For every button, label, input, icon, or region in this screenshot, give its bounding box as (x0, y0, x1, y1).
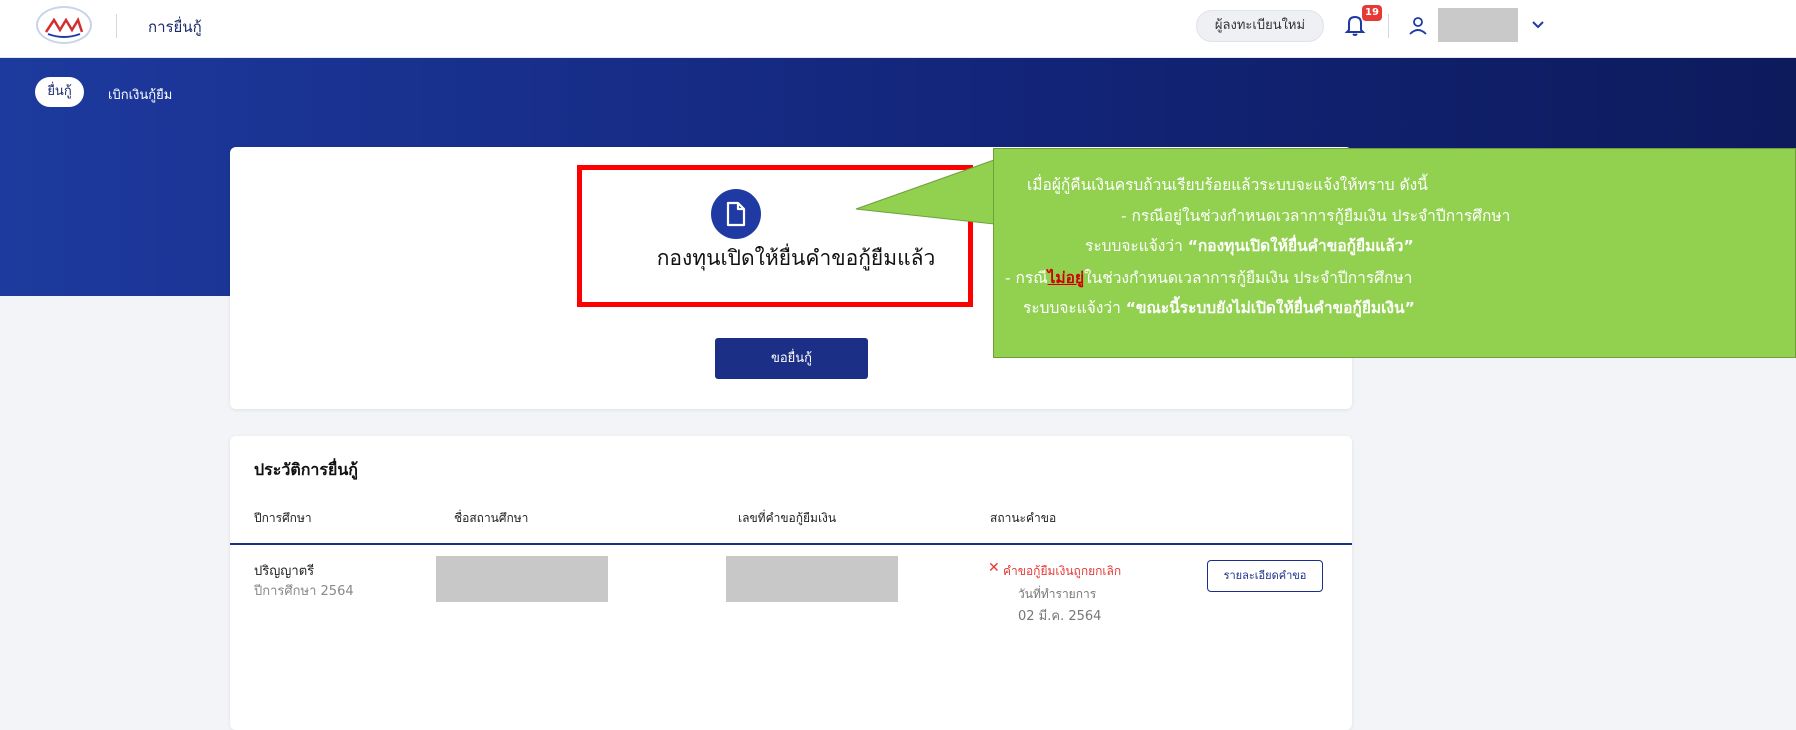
column-header-academic-year: ปีการศึกษา (254, 511, 312, 525)
row-status: คำขอกู้ยืมเงินถูกยกเลิก (1003, 564, 1122, 578)
callout-line-3-prefix: ระบบจะแจ้งว่า (1085, 237, 1188, 255)
tab-disbursement[interactable]: เบิกเงินกู้ยืม (108, 84, 172, 105)
table-header-divider (230, 543, 1352, 545)
callout-line-4: - กรณีไม่อยู่ในช่วงกำหนดเวลาการกู้ยืมเงิ… (1005, 269, 1413, 287)
callout-line-1: เมื่อผู้กู้คืนเงินครบถ้วนเรียบร้อยแล้วระ… (1027, 176, 1428, 194)
header-divider (116, 14, 117, 38)
callout-line-5-prefix: ระบบจะแจ้งว่า (1023, 299, 1126, 317)
row-academic-year: ปีการศึกษา 2564 (254, 584, 354, 599)
cancel-x-icon: ✕ (988, 560, 1000, 576)
callout-line-2: - กรณีอยู่ในช่วงกำหนดเวลาการกู้ยืมเงิน ป… (1121, 207, 1511, 225)
column-header-institution: ชื่อสถานศึกษา (454, 511, 529, 525)
page-title: การยื่นกู้ (148, 18, 202, 36)
callout-line-4-emphasis: ไม่อยู่ (1047, 269, 1085, 287)
callout-pointer (855, 159, 996, 225)
top-header: การยื่นกู้ ผู้ลงทะเบียนใหม่ 19 (0, 0, 1796, 58)
row-status-date-label: วันที่ทำรายการ (1018, 587, 1097, 601)
app-logo[interactable] (36, 6, 92, 44)
callout-line-4-suffix: ในช่วงกำหนดเวลาการกู้ยืมเงิน ประจำปีการศ… (1084, 269, 1413, 287)
chevron-down-icon[interactable] (1530, 16, 1546, 32)
request-detail-button[interactable]: รายละเอียดคำขอ (1207, 560, 1323, 592)
row-institution-redacted (436, 556, 608, 602)
logo-mark-icon (44, 17, 84, 38)
notification-badge: 19 (1362, 5, 1382, 21)
user-name[interactable] (1438, 8, 1518, 42)
callout-line-5: ระบบจะแจ้งว่า “ขณะนี้ระบบยังไม่เปิดให้ยื… (1023, 299, 1415, 317)
user-icon[interactable] (1406, 14, 1430, 38)
history-title: ประวัติการยื่นกู้ (254, 460, 358, 479)
tab-apply-loan[interactable]: ยื่นกู้ (35, 77, 84, 107)
callout-line-5-quote: “ขณะนี้ระบบยังไม่เปิดให้ยื่นคำขอกู้ยืมเง… (1125, 299, 1415, 317)
row-education-level: ปริญญาตรี (254, 564, 315, 579)
register-button[interactable]: ผู้ลงทะเบียนใหม่ (1196, 10, 1324, 42)
callout-line-3-quote: “กองทุนเปิดให้ยื่นคำขอกู้ยืมแล้ว” (1187, 237, 1414, 255)
callout-line-3: ระบบจะแจ้งว่า “กองทุนเปิดให้ยื่นคำขอกู้ย… (1085, 237, 1414, 255)
callout-line-4-prefix: - กรณี (1005, 269, 1048, 287)
header-divider-right (1388, 14, 1389, 38)
column-header-request-number: เลขที่คำขอกู้ยืมเงิน (738, 511, 837, 525)
row-request-number-redacted (726, 556, 898, 602)
column-header-status: สถานะคำขอ (990, 511, 1057, 525)
apply-loan-button[interactable]: ขอยื่นกู้ (715, 338, 868, 379)
annotation-callout-text: เมื่อผู้กู้คืนเงินครบถ้วนเรียบร้อยแล้วระ… (993, 148, 1796, 315)
row-status-date: 02 มี.ค. 2564 (1018, 609, 1102, 624)
